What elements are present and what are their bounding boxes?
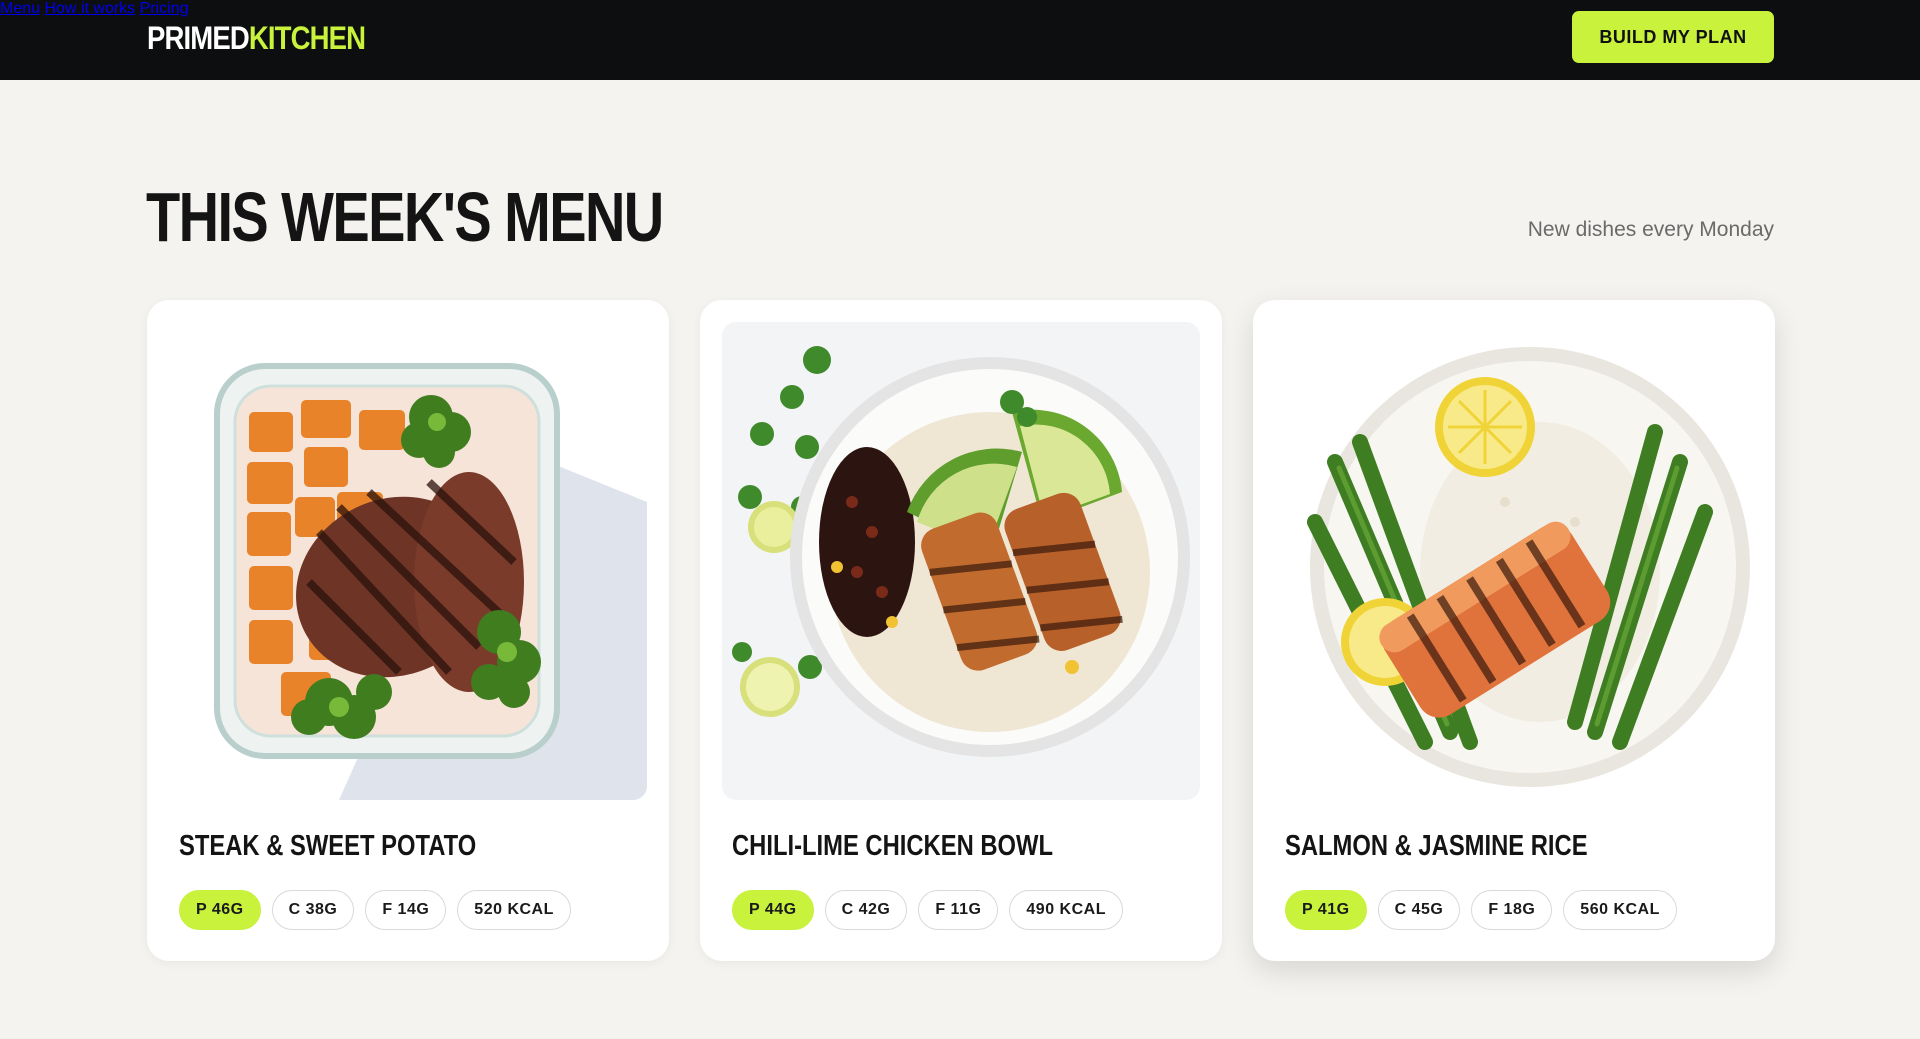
- section-subtitle: New dishes every Monday: [1527, 218, 1774, 241]
- carbs-chip: C 42G: [824, 890, 908, 930]
- nav-link-how-it-works[interactable]: How it works: [44, 0, 135, 17]
- dish-name: CHILI-LIME CHICKEN BOWL: [732, 830, 1054, 862]
- brand-logo-part1: PRIMED: [147, 20, 250, 56]
- nav-link-pricing[interactable]: Pricing: [140, 0, 189, 17]
- macro-chips: P 41G C 45G F 18G 560 KCAL: [1285, 890, 1677, 930]
- nav-link-menu[interactable]: Menu: [0, 0, 40, 17]
- dish-name: STEAK & SWEET POTATO: [179, 830, 477, 862]
- fat-chip: F 11G: [918, 890, 999, 930]
- dish-photo-salmon: [1275, 322, 1753, 800]
- carbs-chip: C 45G: [1377, 890, 1461, 930]
- brand-logo-part2: KITCHEN: [248, 20, 366, 56]
- brand-logo[interactable]: PRIMEDKITCHEN: [147, 20, 366, 56]
- dish-card-chicken-bowl[interactable]: CHILI-LIME CHICKEN BOWL P 44G C 42G F 11…: [700, 300, 1222, 961]
- dish-photo-chicken-bowl: [722, 322, 1200, 800]
- protein-chip: P 44G: [732, 890, 814, 930]
- top-navigation-bar: PRIMEDKITCHEN Menu How it works Pricing …: [0, 0, 1920, 80]
- macro-chips: P 46G C 38G F 14G 520 KCAL: [179, 890, 571, 930]
- calories-chip: 560 KCAL: [1563, 890, 1677, 930]
- protein-chip: P 46G: [179, 890, 261, 930]
- protein-chip: P 41G: [1285, 890, 1367, 930]
- carbs-chip: C 38G: [271, 890, 355, 930]
- calories-chip: 520 KCAL: [457, 890, 571, 930]
- section-title: THIS WEEK'S MENU: [146, 178, 664, 256]
- dish-name: SALMON & JASMINE RICE: [1285, 830, 1588, 862]
- macro-chips: P 44G C 42G F 11G 490 KCAL: [732, 890, 1123, 930]
- fat-chip: F 14G: [365, 890, 447, 930]
- calories-chip: 490 KCAL: [1009, 890, 1123, 930]
- dish-card-salmon[interactable]: SALMON & JASMINE RICE P 41G C 45G F 18G …: [1253, 300, 1775, 961]
- dish-photo-steak: [169, 322, 647, 800]
- build-my-plan-button[interactable]: BUILD MY PLAN: [1572, 11, 1774, 63]
- dish-card-steak[interactable]: STEAK & SWEET POTATO P 46G C 38G F 14G 5…: [147, 300, 669, 961]
- fat-chip: F 18G: [1471, 890, 1553, 930]
